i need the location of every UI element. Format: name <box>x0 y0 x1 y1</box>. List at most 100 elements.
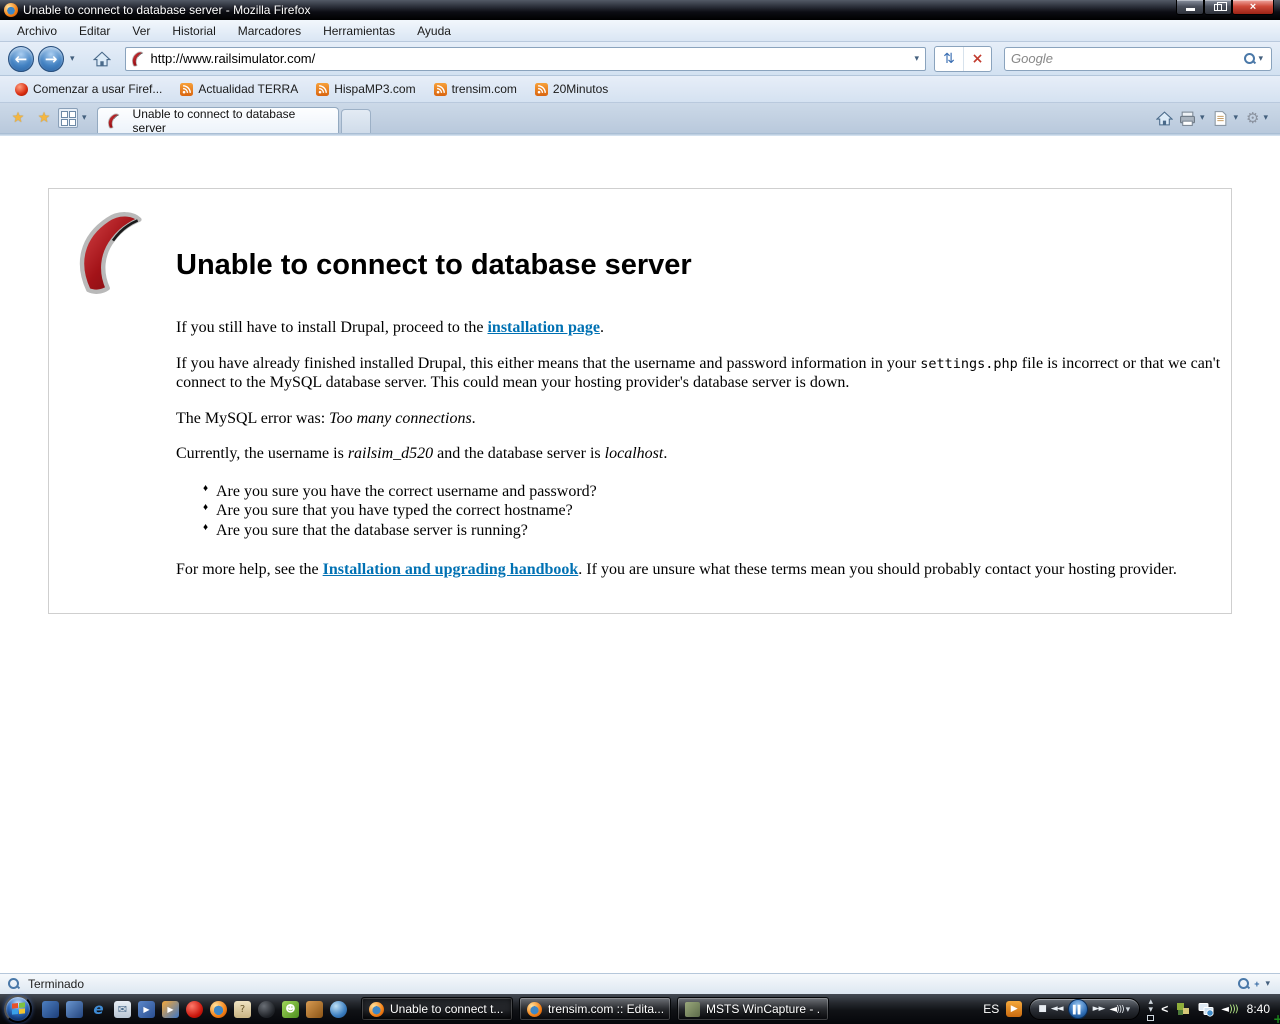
toolbar-expand-control[interactable]: ▴ ▾ <box>1147 998 1154 1021</box>
help-home-icon[interactable]: ? <box>234 1001 251 1018</box>
close-button[interactable]: × <box>1232 0 1274 15</box>
text: If you still have to install Drupal, pro… <box>176 319 487 336</box>
firefox-icon <box>527 1002 542 1017</box>
bookmark-20minutos[interactable]: 20Minutos <box>528 79 615 99</box>
browser-viewport: Unable to connect to database server If … <box>0 136 1280 973</box>
menu-herramientas[interactable]: Herramientas <box>312 21 406 41</box>
app-dark-icon[interactable] <box>258 1001 275 1018</box>
globe-icon[interactable] <box>330 1001 347 1018</box>
tab-list-dropdown[interactable]: ▾ <box>80 113 89 123</box>
bookmark-actualidad-terra[interactable]: Actualidad TERRA <box>173 79 305 99</box>
language-indicator[interactable]: ES <box>983 1002 999 1016</box>
url-bar[interactable]: ▾ <box>125 47 926 71</box>
reload-button[interactable]: ⇅ <box>935 47 963 71</box>
restore-mini-icon <box>1147 1015 1154 1021</box>
internet-explorer-icon[interactable]: e <box>90 1001 107 1018</box>
back-icon: ← <box>15 50 28 68</box>
active-tab[interactable]: Unable to connect to database server <box>97 107 339 133</box>
reload-icon: ⇅ <box>943 51 955 67</box>
home-button[interactable] <box>1156 110 1173 127</box>
stop-button[interactable]: × <box>963 47 991 71</box>
url-dropdown[interactable]: ▾ <box>912 54 921 64</box>
bookmark-hispamp3[interactable]: HispaMP3.com <box>309 79 422 99</box>
taskbar-button-wincapture[interactable]: MSTS WinCapture - ... <box>677 997 829 1021</box>
show-desktop-icon[interactable] <box>42 1001 59 1018</box>
page-dropdown[interactable]: ▾ <box>1231 113 1240 123</box>
media-stop-button[interactable]: ■ <box>1038 1004 1046 1014</box>
switch-windows-icon[interactable] <box>66 1001 83 1018</box>
zoom-dropdown[interactable]: ▾ <box>1263 979 1272 989</box>
app-brown-icon[interactable] <box>306 1001 323 1018</box>
paragraph-install: If you still have to install Drupal, pro… <box>176 318 1221 338</box>
search-engine-dropdown[interactable]: ▾ <box>1256 54 1265 64</box>
menu-marcadores[interactable]: Marcadores <box>227 21 312 41</box>
status-bar: Terminado + ▾ <box>0 973 1280 994</box>
menu-ayuda[interactable]: Ayuda <box>406 21 462 41</box>
opera-icon[interactable] <box>186 1001 203 1018</box>
list-item: Are you sure that you have typed the cor… <box>205 501 1221 521</box>
back-button[interactable]: ← <box>8 46 34 72</box>
rss-feed-icon <box>316 83 329 96</box>
window-title: Unable to connect to database server - M… <box>23 3 310 17</box>
network-icon[interactable] <box>1198 1001 1214 1017</box>
wmp-tray-icon[interactable]: ▶ <box>1006 1001 1022 1017</box>
menu-archivo[interactable]: Archivo <box>6 21 68 41</box>
installation-page-link[interactable]: installation page <box>487 319 599 336</box>
bookmarks-toolbar: Comenzar a usar Firef... Actualidad TERR… <box>0 76 1280 103</box>
media-pause-button[interactable]: ▌▌ <box>1068 999 1088 1019</box>
taskbar-button-trensim[interactable]: trensim.com :: Edita... <box>519 997 671 1021</box>
search-box[interactable]: ▾ <box>1004 47 1272 71</box>
taskbar-button-firefox-error[interactable]: Unable to connect t... <box>361 997 513 1021</box>
tray-collapse-chevron[interactable]: < <box>1161 1002 1168 1016</box>
volume-dropdown[interactable]: ▾ <box>1124 1005 1132 1015</box>
firefox-icon[interactable] <box>210 1001 227 1018</box>
tab-tools: ★ ★+ ▾ <box>6 103 89 133</box>
text: If you have already finished installed D… <box>176 355 920 372</box>
quick-launch-bar: e ✉ ▶ ▶ ? ☻ <box>36 1001 353 1018</box>
media-previous-button[interactable]: ◄◄ <box>1051 1004 1063 1014</box>
maximize-button[interactable] <box>1204 0 1232 15</box>
print-dropdown[interactable]: ▾ <box>1198 113 1207 123</box>
search-icon[interactable] <box>1244 53 1256 65</box>
menu-historial[interactable]: Historial <box>161 21 226 41</box>
rss-feed-icon <box>535 83 548 96</box>
menu-ver[interactable]: Ver <box>121 21 161 41</box>
page-button[interactable]: ▾ <box>1212 110 1240 127</box>
error-panel: Unable to connect to database server If … <box>48 188 1232 614</box>
media-volume-button[interactable]: ◄)))▾ <box>1109 1004 1131 1015</box>
mail-icon[interactable]: ✉ <box>114 1001 131 1018</box>
speaker-icon: ◄ <box>1221 1004 1229 1015</box>
media-player-icon[interactable]: ▶ <box>162 1001 179 1018</box>
title-bar[interactable]: Unable to connect to database server - M… <box>0 0 1280 20</box>
bookmark-star-button[interactable]: ★ <box>6 107 30 129</box>
tray-app-icon[interactable] <box>1175 1001 1191 1017</box>
new-tab-stub[interactable] <box>341 109 371 133</box>
volume-tray-icon[interactable]: ◄))) <box>1221 1004 1237 1015</box>
media-next-button[interactable]: ►► <box>1093 1004 1105 1014</box>
tab-list-button[interactable] <box>58 108 78 128</box>
handbook-link[interactable]: Installation and upgrading handbook <box>323 561 579 578</box>
home-button-nav[interactable] <box>89 47 115 71</box>
history-dropdown[interactable]: ▾ <box>68 54 77 64</box>
url-input[interactable] <box>151 51 913 66</box>
minimize-button[interactable] <box>1176 0 1204 15</box>
add-bookmark-button[interactable]: ★+ <box>32 107 56 129</box>
menu-editar[interactable]: Editar <box>68 21 121 41</box>
volume-waves-icon: ))) <box>1229 1004 1238 1015</box>
list-item: Are you sure that the database server is… <box>205 521 1221 541</box>
forward-button[interactable]: → <box>38 46 64 72</box>
search-input[interactable] <box>1011 51 1244 66</box>
print-button[interactable]: ▾ <box>1179 110 1207 127</box>
window-controls: × <box>1176 0 1280 20</box>
start-button[interactable] <box>4 995 32 1023</box>
messenger-icon[interactable]: ☻ <box>282 1001 299 1018</box>
hostname-value: localhost <box>605 445 664 462</box>
status-search-icon[interactable] <box>8 978 20 990</box>
media-library-icon[interactable]: ▶ <box>138 1001 155 1018</box>
text: . <box>600 319 604 336</box>
bookmark-trensim[interactable]: trensim.com <box>427 79 524 99</box>
tools-dropdown[interactable]: ▾ <box>1261 113 1270 123</box>
zoom-icon[interactable] <box>1238 978 1250 990</box>
tools-button[interactable]: ⚙▾ <box>1246 109 1270 127</box>
bookmark-getting-started[interactable]: Comenzar a usar Firef... <box>8 79 169 99</box>
